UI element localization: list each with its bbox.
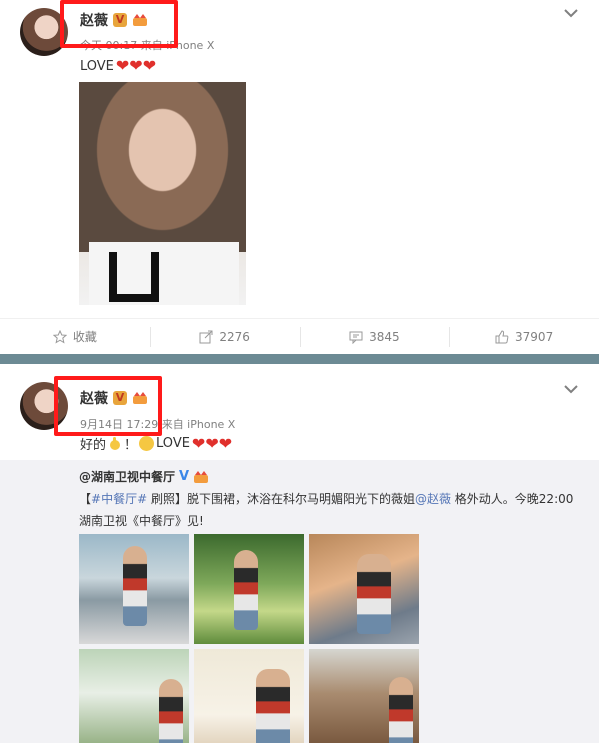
- comment-count: 3845: [369, 329, 400, 344]
- vip-crown-icon[interactable]: [193, 470, 209, 484]
- post-text-love: LOVE: [156, 436, 190, 451]
- photo-thumbnail[interactable]: [309, 534, 419, 644]
- chevron-down-icon[interactable]: [563, 8, 579, 18]
- feed-divider: [0, 354, 599, 364]
- chevron-down-icon[interactable]: [563, 384, 579, 394]
- photo-grid: [79, 534, 419, 743]
- mention-link[interactable]: @赵薇: [415, 492, 451, 506]
- repost-user-name[interactable]: @湖南卫视中餐厅: [79, 468, 175, 485]
- feed-post-2: 赵薇 V 9月14日 17:29 来自 iPhone X 好的 ！ LOVE ❤…: [0, 364, 599, 743]
- favorite-label: 收藏: [72, 330, 97, 344]
- favorite-button[interactable]: 收藏: [0, 319, 150, 354]
- repost-icon: [199, 330, 213, 343]
- photo-thumbnail[interactable]: [79, 534, 189, 644]
- topic-tag-link[interactable]: #中餐厅#: [91, 492, 147, 506]
- post-text-content: LOVE: [80, 58, 114, 74]
- highlight-box: [54, 376, 162, 436]
- like-icon: [495, 329, 509, 343]
- feed-post-1: 赵薇 V 今天 00:17 来自 iPhone X LOVE ❤❤❤ 收藏 22…: [0, 0, 599, 354]
- blue-verified-icon: V: [179, 469, 190, 484]
- post-text-mid: ！: [124, 438, 138, 453]
- repost-text-body: 刷照】脱下围裙，沐浴在科尔马明媚阳光下的薇姐: [147, 492, 415, 506]
- post-text: LOVE ❤❤❤: [80, 58, 156, 74]
- repost-count: 2276: [219, 329, 250, 344]
- highlight-box: [60, 0, 178, 48]
- repost-card[interactable]: @湖南卫视中餐厅 V 【#中餐厅# 刷照】脱下围裙，沐浴在科尔马明媚阳光下的薇姐…: [0, 460, 599, 743]
- repost-button[interactable]: 2276: [149, 319, 300, 354]
- weibo-feed: 赵薇 V 今天 00:17 来自 iPhone X LOVE ❤❤❤ 收藏 22…: [0, 0, 599, 743]
- photo-thumbnail[interactable]: [79, 649, 189, 743]
- like-count: 37907: [515, 329, 554, 344]
- photo-thumbnail[interactable]: [194, 534, 304, 644]
- comment-button[interactable]: 3845: [299, 319, 450, 354]
- repost-user-row: @湖南卫视中餐厅 V: [79, 468, 209, 485]
- ok-hand-emoji-icon: [110, 437, 121, 450]
- heart-emoji-icons: ❤❤❤: [191, 433, 233, 453]
- post-photo[interactable]: [79, 82, 246, 305]
- action-bar: 收藏 2276 3845 37907: [0, 318, 599, 354]
- repost-text: 【#中餐厅# 刷照】脱下围裙，沐浴在科尔马明媚阳光下的薇姐@赵薇 格外动人。今晚…: [79, 488, 584, 532]
- heart-emoji-icons: ❤❤❤: [115, 56, 157, 75]
- post-text-prefix: 好的: [80, 438, 107, 453]
- star-icon: [52, 329, 67, 344]
- repost-bracket: 【: [79, 492, 92, 506]
- photo-thumbnail[interactable]: [194, 649, 304, 743]
- smile-emoji-icon: [139, 436, 155, 451]
- photo-thumbnail[interactable]: [309, 649, 419, 743]
- post-text: 好的 ！ LOVE ❤❤❤: [80, 434, 232, 453]
- comment-icon: [349, 331, 363, 344]
- like-button[interactable]: 37907: [449, 319, 599, 354]
